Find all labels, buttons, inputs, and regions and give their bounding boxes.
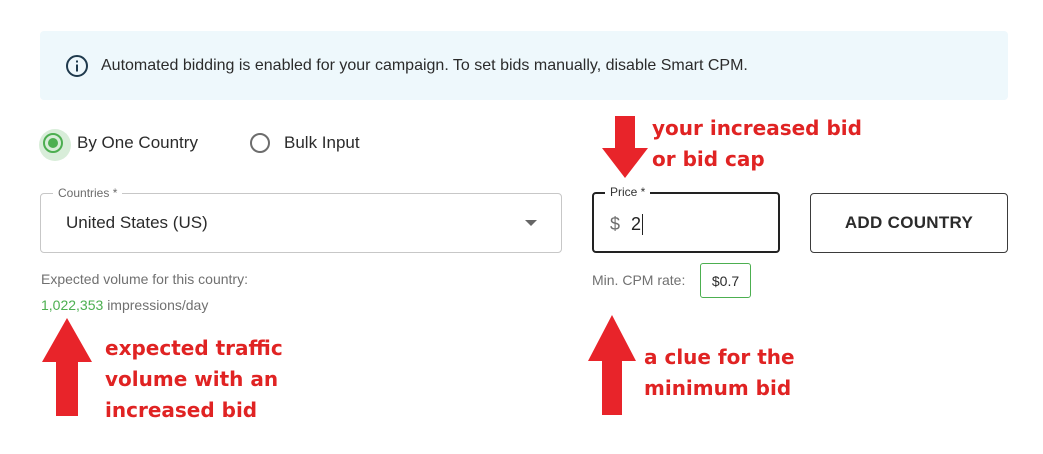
volume-number: 1,022,353 bbox=[41, 297, 104, 313]
volume-unit: impressions/day bbox=[107, 297, 209, 313]
add-country-button[interactable]: ADD COUNTRY bbox=[810, 193, 1008, 253]
currency-symbol: $ bbox=[610, 214, 621, 234]
radio-label-bulk-input: Bulk Input bbox=[284, 133, 360, 152]
annotation-minimum-bid: a clue for the minimum bid bbox=[644, 345, 795, 400]
page: Automated bidding is enabled for your ca… bbox=[0, 0, 1043, 454]
radio-bulk-input[interactable]: Bulk Input bbox=[250, 133, 360, 153]
radio-unchecked-icon bbox=[250, 133, 270, 153]
radio-by-one-country[interactable]: By One Country bbox=[39, 129, 198, 161]
up-arrow-icon bbox=[42, 318, 92, 416]
text-cursor bbox=[642, 214, 643, 235]
radio-checked-icon bbox=[39, 129, 71, 161]
expected-volume-label: Expected volume for this country: bbox=[41, 271, 248, 287]
min-cpm-label: Min. CPM rate: bbox=[592, 272, 686, 288]
info-banner: Automated bidding is enabled for your ca… bbox=[40, 31, 1008, 100]
expected-volume: 1,022,353 impressions/day bbox=[41, 297, 208, 313]
price-label: Price * bbox=[605, 185, 651, 199]
banner-text: Automated bidding is enabled for your ca… bbox=[101, 56, 748, 74]
dropdown-caret-icon[interactable] bbox=[525, 220, 537, 226]
annotation-expected-traffic: expected traffic volume with an increase… bbox=[105, 336, 283, 422]
up-arrow-icon bbox=[588, 315, 636, 415]
price-value[interactable]: 2 bbox=[631, 214, 641, 235]
radio-label-by-one-country: By One Country bbox=[77, 133, 198, 152]
down-arrow-icon bbox=[602, 116, 648, 178]
countries-label: Countries * bbox=[53, 186, 123, 200]
info-icon bbox=[66, 54, 88, 77]
annotation-increased-bid: your increased bid or bid cap bbox=[652, 116, 862, 171]
countries-select[interactable]: Countries * United States (US) bbox=[40, 186, 562, 253]
price-input[interactable]: Price * $ 2 bbox=[592, 185, 780, 253]
countries-value: United States (US) bbox=[66, 213, 208, 232]
min-cpm-badge[interactable]: $0.7 bbox=[700, 263, 751, 298]
